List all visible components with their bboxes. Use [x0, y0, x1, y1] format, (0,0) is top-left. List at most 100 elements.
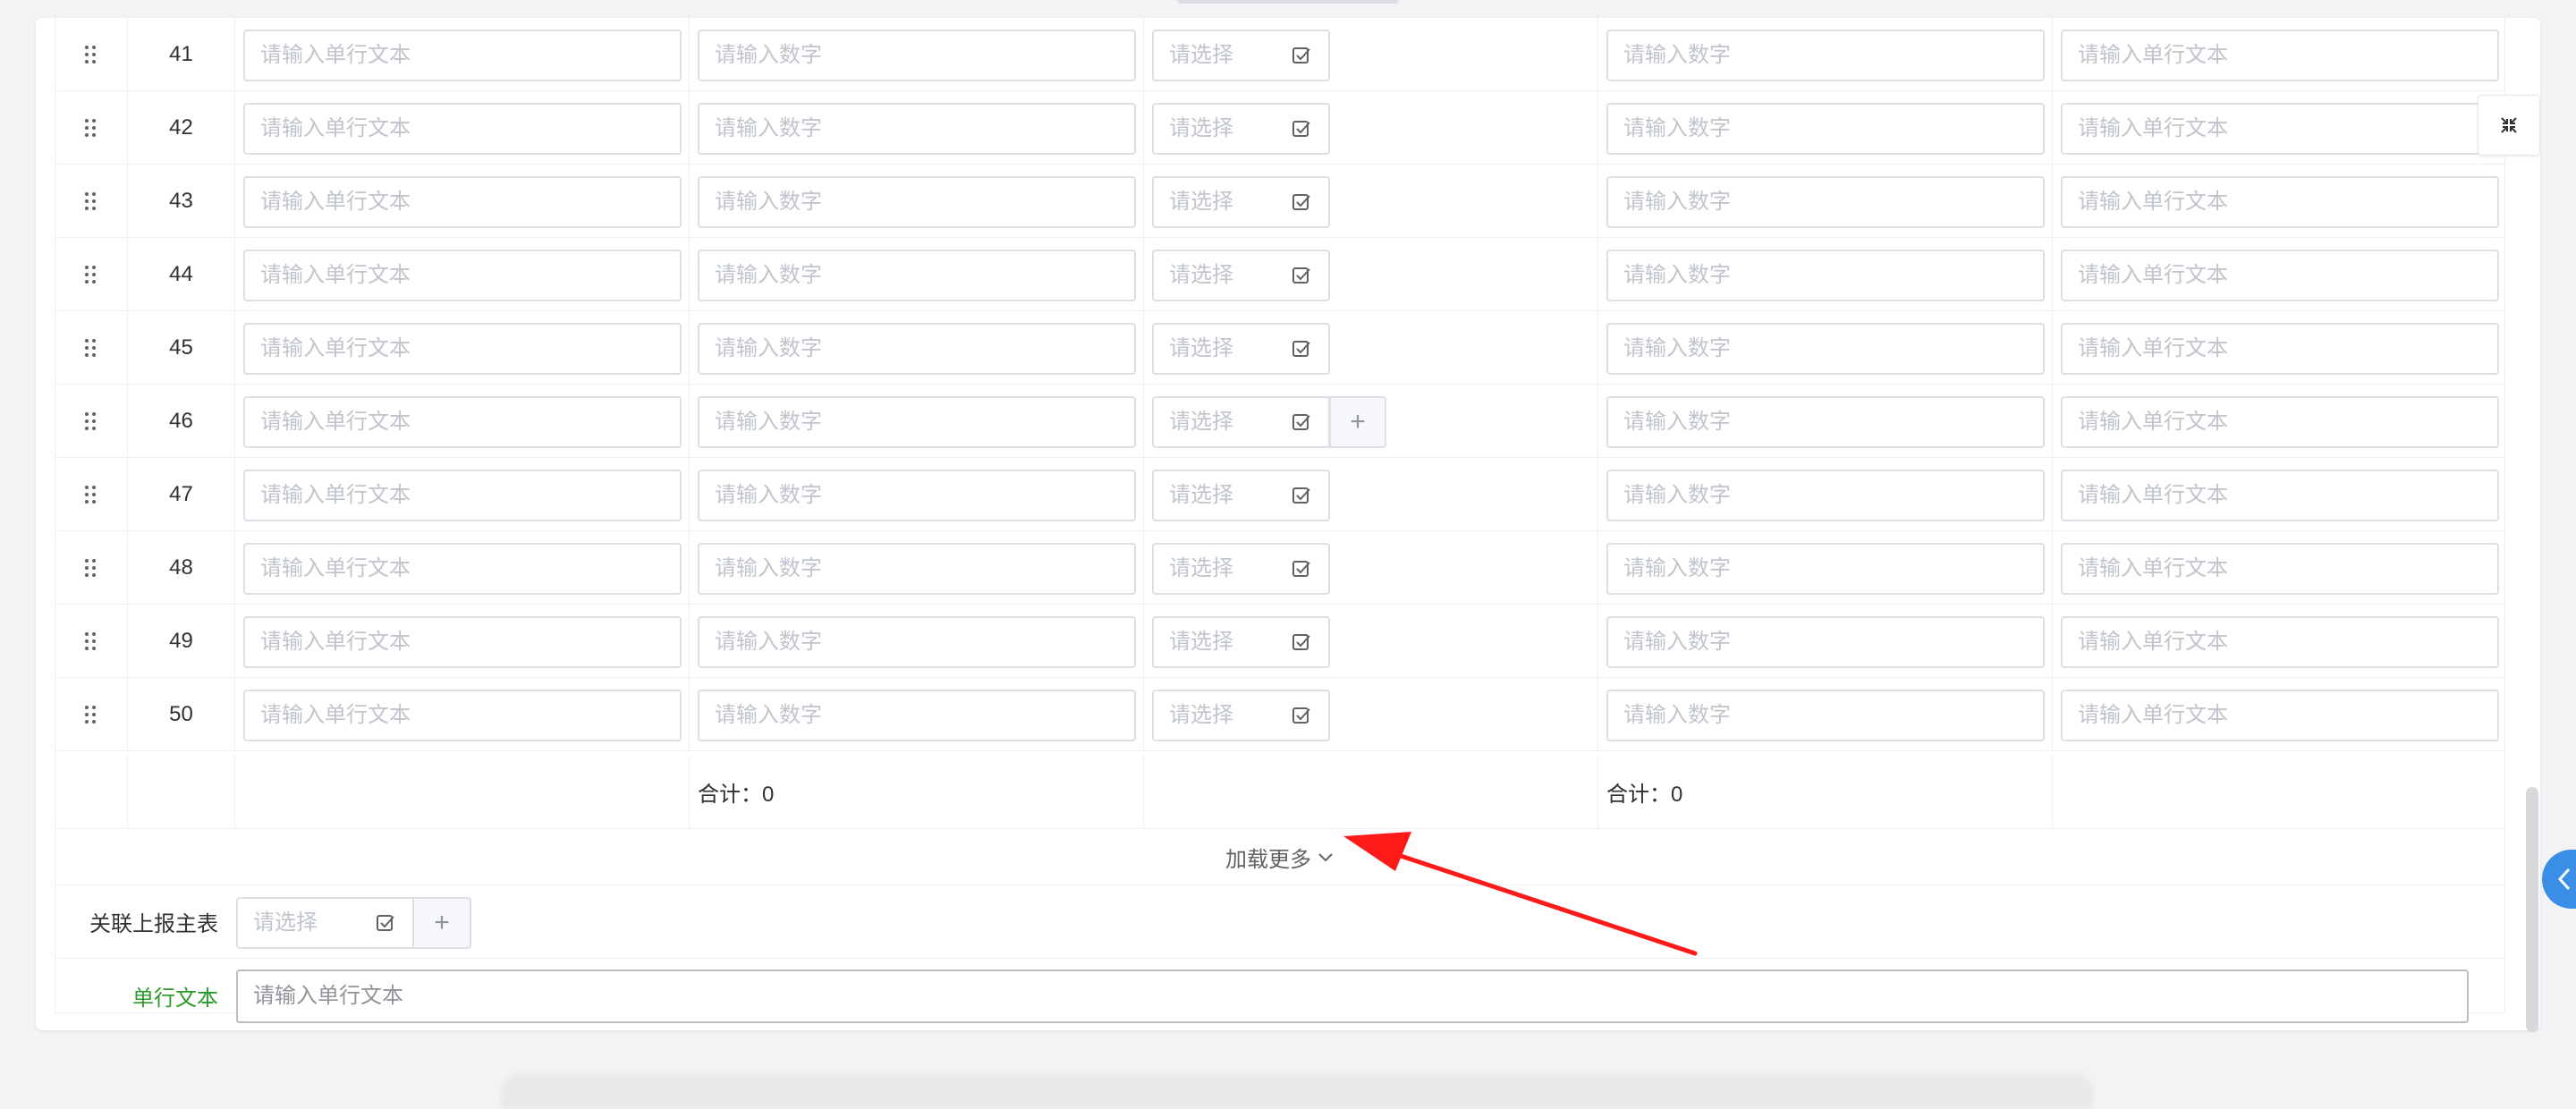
- number-input[interactable]: [1606, 323, 2045, 375]
- text-input[interactable]: [2061, 176, 2499, 228]
- text-cell: [2053, 678, 2504, 750]
- select-field[interactable]: 请选择: [1152, 250, 1330, 301]
- add-option-button[interactable]: +: [1329, 396, 1386, 448]
- number-input[interactable]: [1606, 250, 2045, 301]
- drag-cell[interactable]: [55, 458, 128, 530]
- summary-cell: 合计：0: [1598, 756, 2053, 828]
- select-cell: 请选择: [1144, 311, 1598, 384]
- drag-handle-icon[interactable]: [85, 412, 96, 430]
- select-field[interactable]: 请选择: [1152, 103, 1330, 155]
- drag-handle-icon[interactable]: [85, 339, 96, 357]
- drag-cell[interactable]: [55, 385, 128, 457]
- select-placeholder: 请选择: [1169, 116, 1233, 140]
- number-cell: [1598, 385, 2053, 457]
- drag-cell[interactable]: [55, 238, 128, 310]
- select-field[interactable]: 请选择: [1152, 30, 1330, 81]
- number-input[interactable]: [1606, 543, 2045, 595]
- drag-handle-icon[interactable]: [85, 632, 96, 650]
- text-input[interactable]: [243, 103, 682, 155]
- select-field[interactable]: 请选择: [1152, 690, 1330, 741]
- text-input[interactable]: [243, 396, 682, 448]
- drag-cell[interactable]: [55, 531, 128, 604]
- select-field[interactable]: 请选择: [1152, 543, 1330, 595]
- vertical-scrollbar[interactable]: [2526, 787, 2538, 1032]
- drag-cell[interactable]: [55, 18, 128, 90]
- text-input[interactable]: [2061, 30, 2499, 81]
- number-input[interactable]: [698, 543, 1136, 595]
- related-report-select[interactable]: 请选择: [236, 897, 414, 949]
- row-number: 47: [169, 481, 193, 506]
- text-input[interactable]: [243, 616, 682, 668]
- text-input[interactable]: [243, 543, 682, 595]
- text-input[interactable]: [243, 250, 682, 301]
- select-check-icon: [1292, 487, 1310, 504]
- text-input[interactable]: [2061, 470, 2499, 521]
- drag-handle-icon[interactable]: [85, 192, 96, 210]
- number-input[interactable]: [1606, 690, 2045, 741]
- text-cell: [2053, 531, 2504, 604]
- chevron-left-icon: [2557, 868, 2571, 891]
- number-input[interactable]: [1606, 470, 2045, 521]
- drag-cell[interactable]: [55, 678, 128, 750]
- select-field[interactable]: 请选择: [1152, 616, 1330, 668]
- select-field[interactable]: 请选择: [1152, 396, 1330, 448]
- load-more-button[interactable]: 加载更多: [1225, 842, 1335, 873]
- select-check-icon: [1292, 47, 1310, 63]
- drag-cell[interactable]: [55, 605, 128, 677]
- text-input[interactable]: [243, 30, 682, 81]
- drag-cell[interactable]: [55, 311, 128, 384]
- number-cell: [1598, 531, 2053, 604]
- number-input[interactable]: [698, 176, 1136, 228]
- number-input[interactable]: [1606, 396, 2045, 448]
- text-input[interactable]: [243, 176, 682, 228]
- drag-handle-icon[interactable]: [85, 486, 96, 504]
- number-input[interactable]: [698, 323, 1136, 375]
- side-panel-toggle[interactable]: [2542, 850, 2576, 909]
- number-input[interactable]: [698, 30, 1136, 81]
- text-input[interactable]: [2061, 543, 2499, 595]
- number-input[interactable]: [1606, 616, 2045, 668]
- single-text-input[interactable]: [236, 969, 2469, 1023]
- select-field[interactable]: 请选择: [1152, 176, 1330, 228]
- text-input[interactable]: [2061, 396, 2499, 448]
- number-input[interactable]: [698, 470, 1136, 521]
- select-check-icon: [1292, 634, 1310, 650]
- number-input[interactable]: [698, 690, 1136, 741]
- drag-handle-icon[interactable]: [85, 266, 96, 284]
- text-cell: [2053, 91, 2504, 164]
- text-input[interactable]: [243, 470, 682, 521]
- drag-cell[interactable]: [55, 91, 128, 164]
- text-input[interactable]: [2061, 250, 2499, 301]
- select-check-icon: [377, 915, 394, 931]
- number-input[interactable]: [698, 103, 1136, 155]
- text-input[interactable]: [243, 690, 682, 741]
- table-row: 49 请选择: [55, 605, 2504, 678]
- number-input[interactable]: [698, 396, 1136, 448]
- drag-cell[interactable]: [55, 165, 128, 237]
- text-input[interactable]: [2061, 616, 2499, 668]
- add-related-button[interactable]: +: [414, 897, 471, 949]
- top-drag-handle[interactable]: [1177, 0, 1399, 4]
- number-input[interactable]: [1606, 176, 2045, 228]
- select-field[interactable]: 请选择: [1152, 470, 1330, 521]
- number-input[interactable]: [698, 616, 1136, 668]
- drag-handle-icon[interactable]: [85, 559, 96, 577]
- number-cell: [1598, 311, 2053, 384]
- number-input[interactable]: [698, 250, 1136, 301]
- select-field[interactable]: 请选择: [1152, 323, 1330, 375]
- text-input[interactable]: [2061, 103, 2499, 155]
- number-input[interactable]: [1606, 103, 2045, 155]
- text-cell: [2053, 385, 2504, 457]
- text-input[interactable]: [243, 323, 682, 375]
- number-cell: [690, 91, 1144, 164]
- text-input[interactable]: [2061, 690, 2499, 741]
- row-number: 50: [169, 701, 193, 726]
- number-input[interactable]: [1606, 30, 2045, 81]
- drag-handle-icon[interactable]: [85, 119, 96, 137]
- drag-handle-icon[interactable]: [85, 46, 96, 63]
- text-cell: [235, 531, 690, 604]
- select-check-icon: [1292, 561, 1310, 577]
- text-input[interactable]: [2061, 323, 2499, 375]
- fullscreen-button[interactable]: [2478, 95, 2540, 156]
- drag-handle-icon[interactable]: [85, 706, 96, 724]
